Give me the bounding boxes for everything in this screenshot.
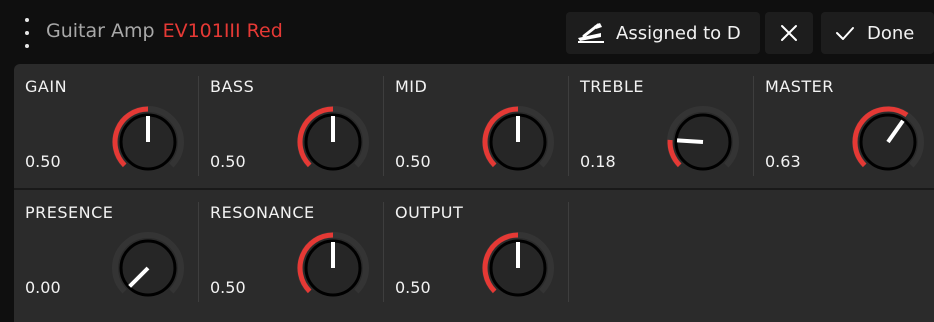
knob-value: 0.50 [395,152,431,171]
amp-editor: Guitar Amp EV101III Red Assigned to D Don… [0,0,934,322]
knob-presence[interactable]: PRESENCE 0.00 [14,190,199,314]
done-button[interactable]: Done [821,12,934,54]
knob-pointer [676,138,704,144]
knob-label: GAIN [25,77,68,96]
knob-master[interactable]: MASTER 0.63 [754,64,934,188]
close-icon [781,25,797,41]
knob-dial[interactable] [108,228,188,308]
knob-dial[interactable] [293,102,373,182]
knob-label: OUTPUT [395,203,464,222]
knob-dial[interactable] [108,102,188,182]
knob-value: 0.50 [210,152,246,171]
knob-value: 0.50 [25,152,61,171]
knob-value: 0.18 [580,152,616,171]
done-button-label: Done [867,22,915,44]
knob-label: RESONANCE [210,203,315,222]
knob-dial[interactable] [848,102,928,182]
knob-label: MASTER [765,77,834,96]
checkmark-icon [836,27,854,40]
knob-dial[interactable] [478,102,558,182]
page-title: Guitar Amp EV101III Red [46,20,283,42]
header-bar: Guitar Amp EV101III Red Assigned to D Don… [0,0,934,64]
knob-bass[interactable]: BASS 0.50 [199,64,384,188]
assign-button-label: Assigned to D [616,22,741,44]
knob-value: 0.00 [25,278,61,297]
knob-value: 0.50 [395,278,431,297]
title-amp-model[interactable]: EV101III Red [163,20,283,42]
knob-value: 0.50 [210,278,246,297]
kebab-menu-icon[interactable] [21,18,33,48]
title-amp-type: Guitar Amp [46,20,155,42]
knob-gain[interactable]: GAIN 0.50 [14,64,199,188]
knob-treble[interactable]: TREBLE 0.18 [569,64,754,188]
knob-mid[interactable]: MID 0.50 [384,64,569,188]
knob-dial[interactable] [663,102,743,182]
knob-label: TREBLE [580,77,644,96]
knob-value: 0.63 [765,152,801,171]
knob-panel: GAIN 0.50 BASS 0.50 MID 0.50 TREBLE 0.18 MASTER 0… [14,64,934,322]
knob-dial[interactable] [478,228,558,308]
assign-button[interactable]: Assigned to D [566,12,760,54]
close-button[interactable] [765,12,813,54]
knob-label: MID [395,77,428,96]
knob-output[interactable]: OUTPUT 0.50 [384,190,569,314]
pedal-switch-icon [578,23,604,43]
knob-label: BASS [210,77,255,96]
knob-label: PRESENCE [25,203,114,222]
knob-separator [568,202,569,302]
knob-resonance[interactable]: RESONANCE 0.50 [199,190,384,314]
knob-dial[interactable] [293,228,373,308]
